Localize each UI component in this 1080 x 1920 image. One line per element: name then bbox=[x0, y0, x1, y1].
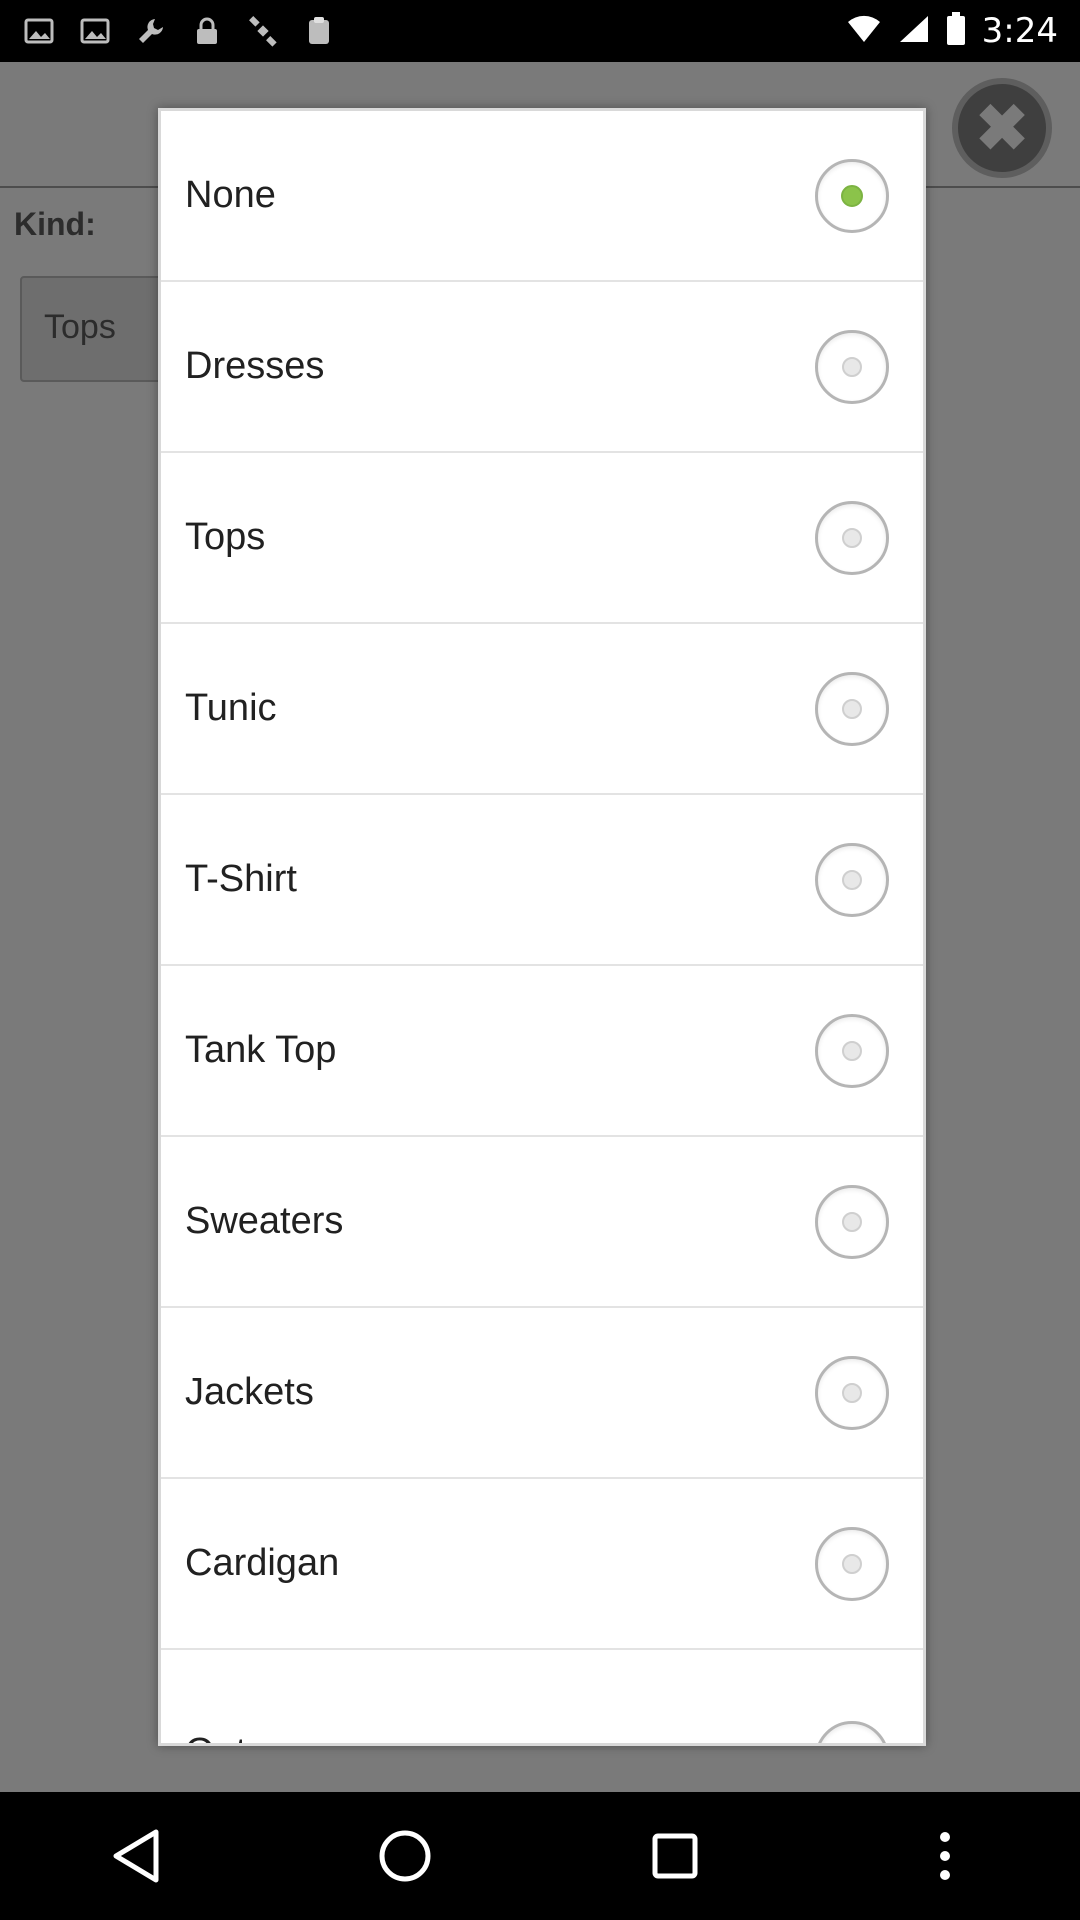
status-time: 3:24 bbox=[981, 11, 1058, 51]
option-label: None bbox=[185, 174, 276, 216]
radio-button[interactable] bbox=[815, 1526, 889, 1601]
radio-dot bbox=[842, 1211, 862, 1232]
radio-button[interactable] bbox=[815, 1355, 889, 1430]
kind-picker-dialog: None Dresses Tops Tunic T-Shirt Tank Top… bbox=[158, 108, 926, 1746]
image-icon bbox=[78, 14, 112, 48]
recents-button[interactable] bbox=[630, 1811, 720, 1901]
battery-icon bbox=[946, 11, 966, 51]
more-options-button[interactable] bbox=[900, 1811, 990, 1901]
option-tops[interactable]: Tops bbox=[161, 453, 923, 624]
more-vert-icon bbox=[940, 1832, 950, 1880]
satellite-icon bbox=[246, 14, 280, 48]
radio-dot bbox=[842, 698, 862, 719]
close-icon: ✖ bbox=[975, 92, 1029, 164]
option-sweaters[interactable]: Sweaters bbox=[161, 1137, 923, 1308]
radio-dot bbox=[842, 356, 862, 377]
radio-dot bbox=[842, 1382, 862, 1403]
option-label: Tops bbox=[185, 516, 266, 558]
image-icon bbox=[22, 14, 56, 48]
radio-button[interactable] bbox=[815, 1720, 889, 1743]
signal-icon bbox=[898, 14, 930, 49]
option-outerwear[interactable]: Outerwear bbox=[161, 1650, 923, 1743]
back-button[interactable] bbox=[90, 1811, 180, 1901]
option-jackets[interactable]: Jackets bbox=[161, 1308, 923, 1479]
radio-button[interactable] bbox=[815, 1013, 889, 1088]
radio-button[interactable] bbox=[815, 1184, 889, 1259]
option-t-shirt[interactable]: T-Shirt bbox=[161, 795, 923, 966]
radio-button[interactable] bbox=[815, 842, 889, 917]
option-label: Dresses bbox=[185, 345, 325, 387]
radio-button[interactable] bbox=[815, 329, 889, 404]
option-tunic[interactable]: Tunic bbox=[161, 624, 923, 795]
status-icons bbox=[22, 14, 336, 48]
radio-dot bbox=[842, 1553, 862, 1574]
navigation-bar bbox=[0, 1792, 1080, 1920]
option-label: Jackets bbox=[185, 1371, 314, 1413]
option-label: Cardigan bbox=[185, 1542, 340, 1584]
lock-icon bbox=[190, 14, 224, 48]
radio-button-checked[interactable] bbox=[815, 158, 889, 233]
wifi-icon bbox=[846, 14, 882, 49]
radio-dot bbox=[842, 527, 862, 548]
option-cardigan[interactable]: Cardigan bbox=[161, 1479, 923, 1650]
radio-button[interactable] bbox=[815, 500, 889, 575]
kind-label: Kind: bbox=[14, 206, 96, 242]
recents-icon bbox=[652, 1833, 698, 1879]
option-label: Outerwear bbox=[185, 1731, 362, 1743]
option-label: Sweaters bbox=[185, 1200, 344, 1242]
option-tank-top[interactable]: Tank Top bbox=[161, 966, 923, 1137]
clipboard-icon bbox=[302, 14, 336, 48]
status-bar: 3:24 bbox=[0, 0, 1080, 62]
home-icon bbox=[379, 1830, 431, 1882]
status-right: 3:24 bbox=[846, 11, 1058, 51]
close-button[interactable]: ✖ bbox=[952, 78, 1052, 178]
wrench-icon bbox=[134, 14, 168, 48]
radio-dot bbox=[842, 1040, 862, 1061]
option-label: T-Shirt bbox=[185, 858, 297, 900]
radio-button[interactable] bbox=[815, 671, 889, 746]
option-label: Tank Top bbox=[185, 1029, 337, 1071]
option-dresses[interactable]: Dresses bbox=[161, 282, 923, 453]
radio-dot bbox=[842, 869, 862, 890]
home-button[interactable] bbox=[360, 1811, 450, 1901]
option-label: Tunic bbox=[185, 687, 277, 729]
radio-dot bbox=[841, 184, 863, 207]
back-icon bbox=[113, 1829, 159, 1883]
option-none[interactable]: None bbox=[161, 111, 923, 282]
